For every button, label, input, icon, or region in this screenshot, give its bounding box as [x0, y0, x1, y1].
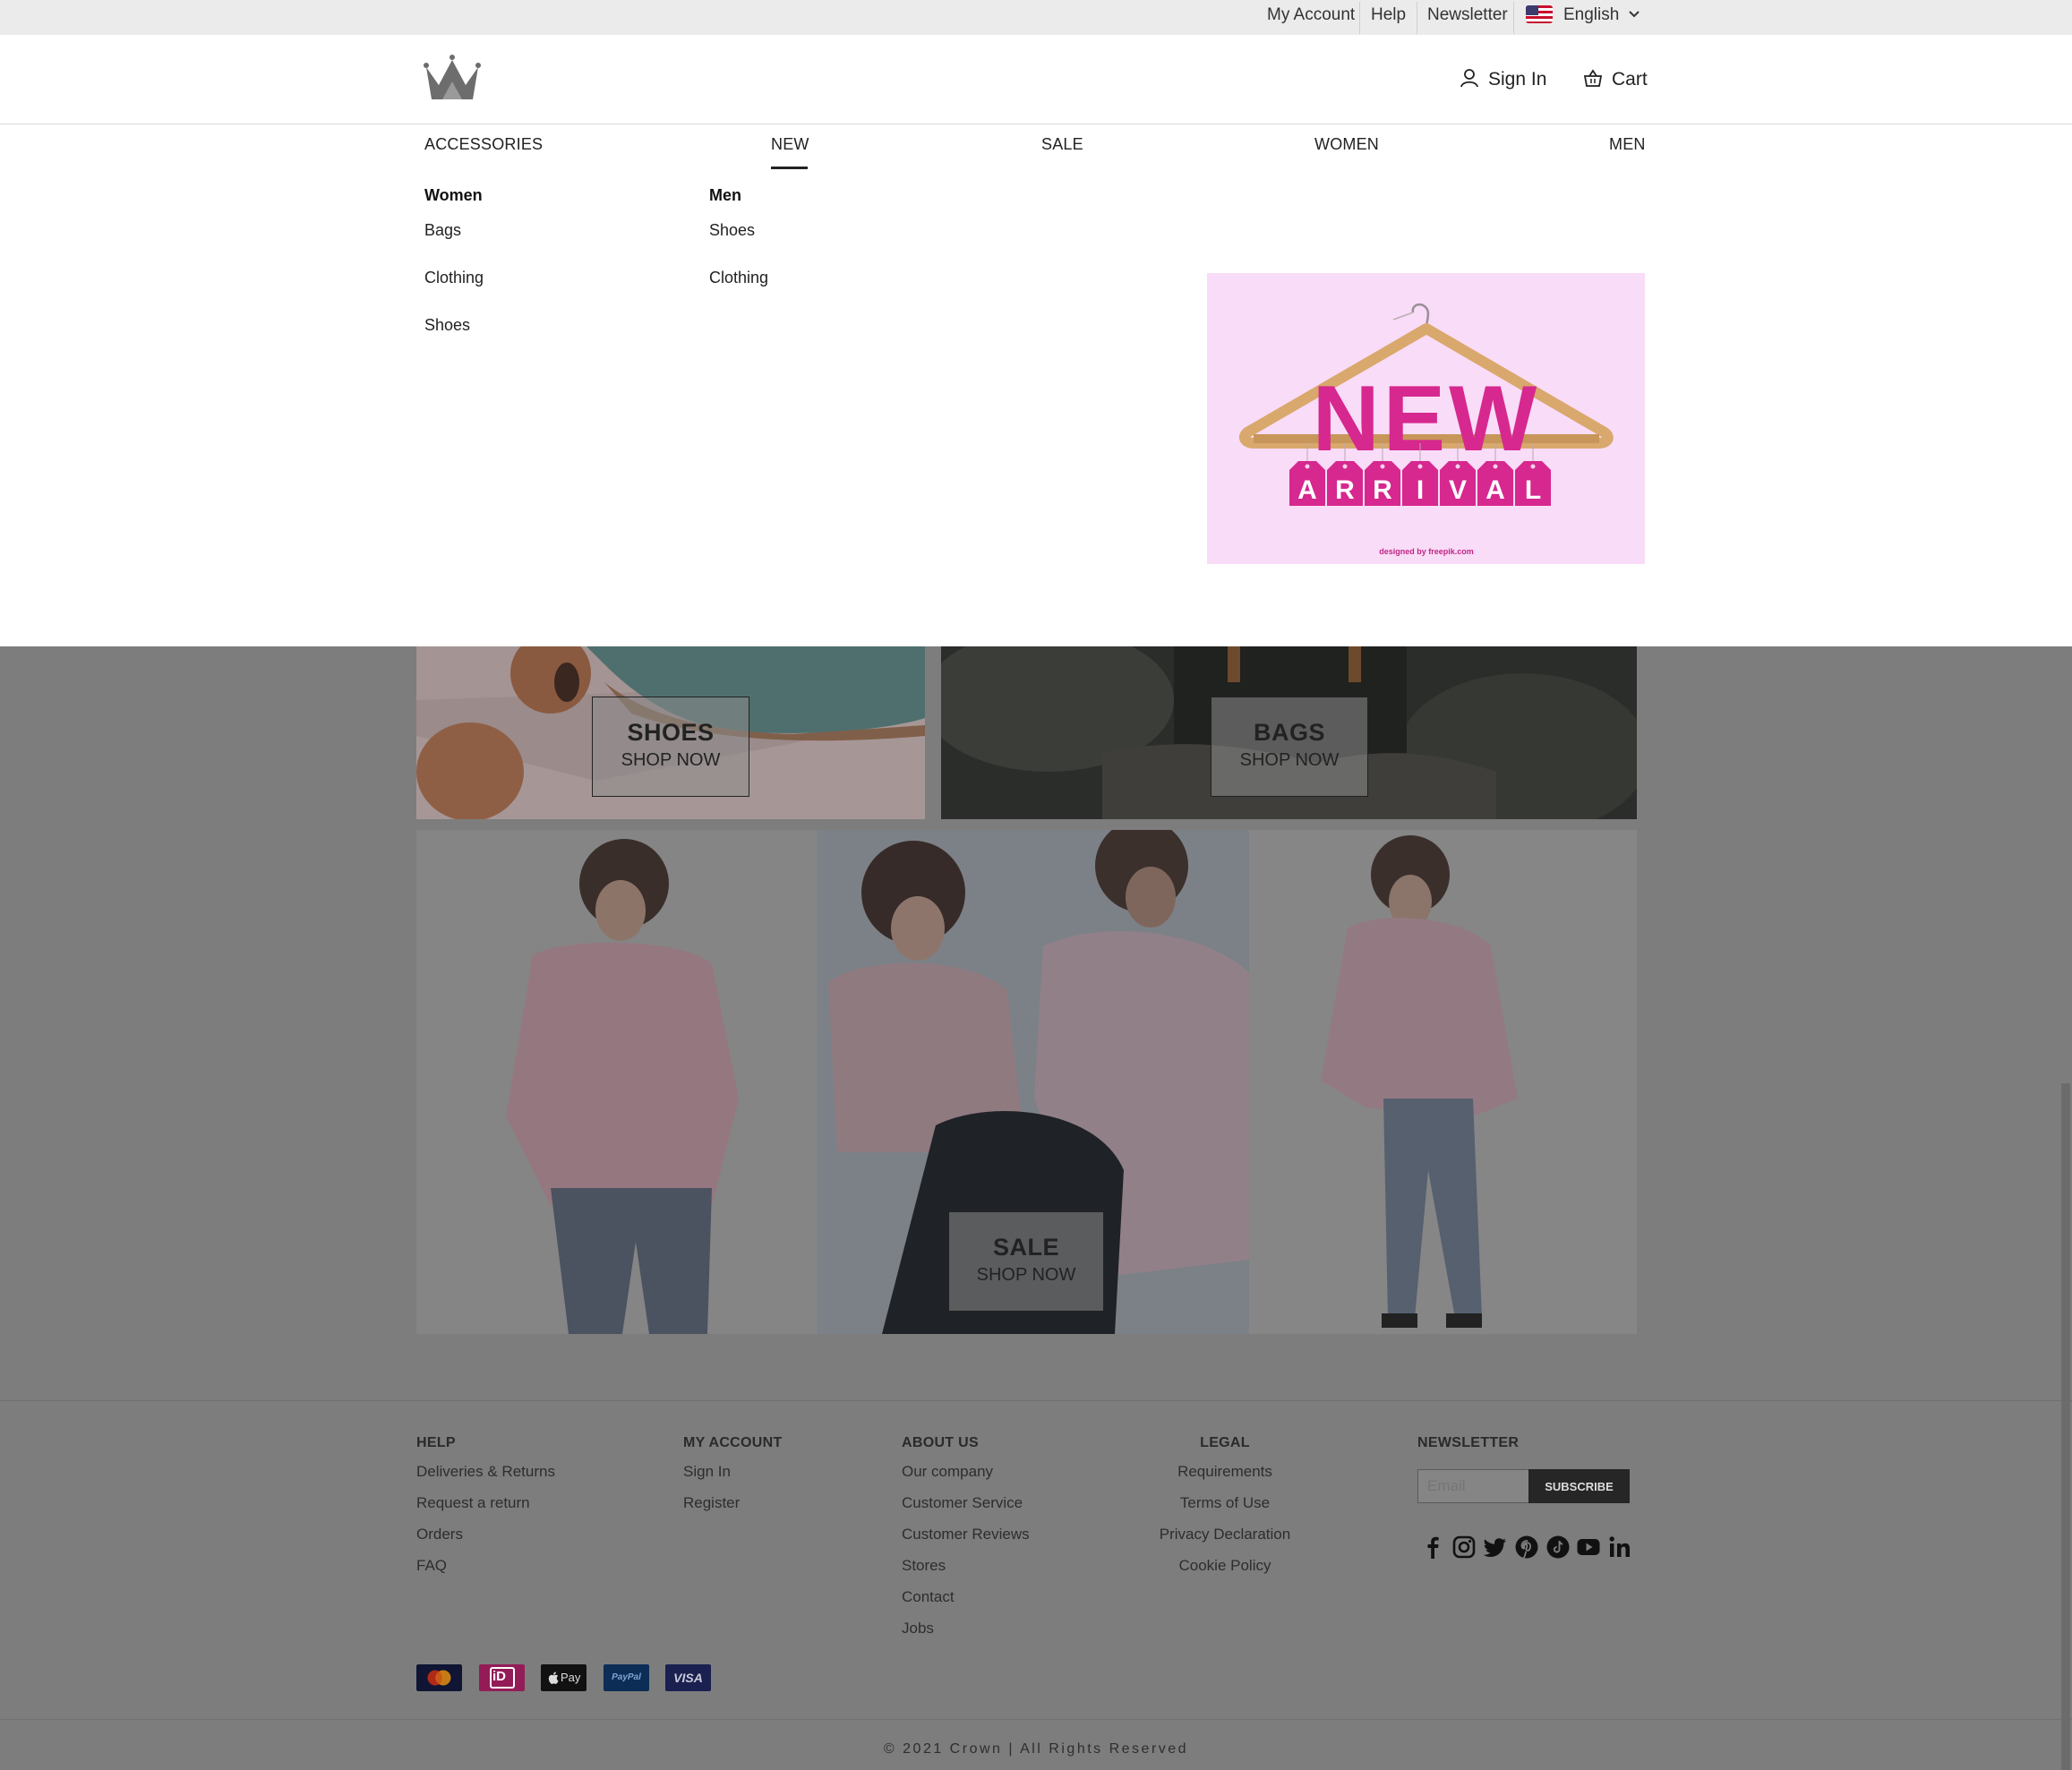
sign-in-link[interactable]: Sign In [1460, 35, 1546, 124]
footer-link-terms[interactable]: Terms of Use [1117, 1494, 1332, 1512]
page-scrollbar-thumb[interactable] [2061, 1083, 2070, 1770]
promo-tag-letter: A [1486, 475, 1505, 505]
nav-women[interactable]: WOMEN [1314, 135, 1379, 154]
visa-label: VISA [673, 1671, 703, 1685]
facebook-icon[interactable] [1420, 1535, 1445, 1560]
footer-link-faq[interactable]: FAQ [416, 1557, 447, 1575]
divider [1359, 2, 1360, 34]
apple-icon [548, 1672, 559, 1684]
footer-link-cookie[interactable]: Cookie Policy [1117, 1557, 1332, 1575]
promo-big-text: NEW [1313, 367, 1541, 471]
site-header: Sign In Cart [0, 35, 2072, 124]
instagram-icon[interactable] [1451, 1535, 1477, 1560]
nav-sale[interactable]: SALE [1041, 135, 1083, 154]
bags-tile-title: BAGS [1253, 719, 1325, 746]
nav-new[interactable]: NEW [771, 135, 809, 154]
top-utility-bar: My Account Help Newsletter English [0, 0, 2072, 35]
footer-link-orders[interactable]: Orders [416, 1526, 463, 1543]
language-label: English [1563, 5, 1620, 24]
sale-banner-title: SALE [992, 1234, 1059, 1261]
footer-legal-title: LEGAL [1200, 1435, 1250, 1450]
footer-divider [0, 1719, 2072, 1720]
bags-shop-now-box[interactable]: BAGS SHOP NOW [1211, 697, 1368, 797]
mega-menu: ACCESSORIES NEW SALE WOMEN MEN Women Bag… [0, 124, 2072, 646]
cart-label: Cart [1612, 69, 1648, 90]
user-icon [1460, 69, 1478, 88]
basket-icon [1583, 69, 1603, 88]
youtube-icon[interactable] [1576, 1535, 1601, 1560]
shoes-tile-title: SHOES [627, 719, 715, 746]
promo-tag-letter: A [1297, 475, 1317, 505]
twitter-icon[interactable] [1483, 1535, 1508, 1560]
help-link[interactable]: Help [1371, 0, 1406, 35]
promo-credit: designed by freepik.com [1379, 547, 1474, 556]
language-selector[interactable]: English [1513, 0, 1648, 35]
sign-in-label: Sign In [1488, 69, 1547, 90]
promo-tag-letter: I [1417, 475, 1424, 505]
mastercard-icon [416, 1664, 462, 1691]
apple-pay-label: Pay [561, 1671, 581, 1684]
menu-link-men-clothing[interactable]: Clothing [709, 269, 768, 287]
tiktok-icon[interactable] [1545, 1535, 1571, 1560]
footer-account-title: MY ACCOUNT [683, 1435, 783, 1450]
sale-shop-now-box[interactable]: SALE SHOP NOW [948, 1211, 1104, 1312]
menu-column-title-women: Women [424, 186, 483, 204]
chevron-down-icon [1629, 11, 1640, 18]
site-footer [0, 1400, 2072, 1770]
footer-link-privacy[interactable]: Privacy Declaration [1117, 1526, 1332, 1543]
paypal-icon: PayPal [604, 1664, 649, 1691]
copyright-text: © 2021 Crown | All Rights Reserved [883, 1741, 1189, 1757]
linkedin-icon[interactable] [1607, 1535, 1632, 1560]
ideal-label: iD [492, 1669, 506, 1684]
cart-link[interactable]: Cart [1583, 35, 1648, 124]
footer-help-title: HELP [416, 1435, 456, 1450]
newsletter-link[interactable]: Newsletter [1427, 0, 1508, 35]
shoes-category-tile[interactable]: SHOES SHOP NOW [416, 646, 925, 819]
bags-category-tile[interactable]: BAGS SHOP NOW [941, 646, 1637, 819]
menu-link-women-clothing[interactable]: Clothing [424, 269, 484, 287]
footer-link-sign-in[interactable]: Sign In [683, 1463, 731, 1481]
footer-link-our-company[interactable]: Our company [902, 1463, 993, 1481]
menu-link-women-bags[interactable]: Bags [424, 221, 461, 240]
promo-tag-letter: R [1335, 475, 1355, 505]
new-arrival-illustration: NEW ARRIVAL designed by freepik.com [1207, 273, 1645, 564]
footer-link-requirements[interactable]: Requirements [1117, 1463, 1332, 1481]
subscribe-button[interactable]: SUBSCRIBE [1528, 1469, 1630, 1503]
footer-link-contact[interactable]: Contact [902, 1588, 955, 1606]
active-nav-indicator [771, 167, 808, 169]
crown-logo-icon[interactable] [423, 55, 482, 101]
footer-link-stores[interactable]: Stores [902, 1557, 946, 1575]
promo-tag-letter: R [1373, 475, 1392, 505]
footer-newsletter-title: NEWSLETTER [1417, 1435, 1520, 1450]
footer-about-title: ABOUT US [902, 1435, 979, 1450]
footer-link-register[interactable]: Register [683, 1494, 740, 1512]
menu-link-women-shoes[interactable]: Shoes [424, 316, 470, 335]
paypal-label: PayPal [612, 1672, 641, 1682]
ideal-icon: iD [479, 1664, 525, 1691]
promo-tag-letter: L [1525, 475, 1541, 505]
menu-column-title-men: Men [709, 186, 741, 204]
apple-pay-icon: Pay [541, 1664, 586, 1691]
shoes-shop-now-label: SHOP NOW [621, 750, 721, 770]
shoes-shop-now-box[interactable]: SHOES SHOP NOW [592, 697, 749, 797]
footer-link-jobs[interactable]: Jobs [902, 1620, 934, 1637]
menu-link-men-shoes[interactable]: Shoes [709, 221, 755, 240]
sale-banner[interactable]: SALE SHOP NOW [416, 830, 1637, 1334]
sale-shop-now-label: SHOP NOW [976, 1265, 1076, 1285]
footer-link-customer-reviews[interactable]: Customer Reviews [902, 1526, 1030, 1543]
newsletter-email-input[interactable] [1417, 1469, 1529, 1503]
visa-icon: VISA [665, 1664, 711, 1691]
nav-accessories[interactable]: ACCESSORIES [424, 135, 543, 154]
footer-link-customer-service[interactable]: Customer Service [902, 1494, 1023, 1512]
my-account-link[interactable]: My Account [1267, 0, 1355, 35]
bags-shop-now-label: SHOP NOW [1239, 750, 1340, 770]
promo-tag-letter: V [1449, 475, 1467, 505]
footer-link-deliveries[interactable]: Deliveries & Returns [416, 1463, 555, 1481]
footer-link-request-return[interactable]: Request a return [416, 1494, 530, 1512]
new-arrival-promo-banner[interactable]: NEW ARRIVAL designed by freepik.com [1207, 273, 1645, 564]
us-flag-icon [1526, 5, 1553, 23]
pinterest-icon[interactable] [1514, 1535, 1539, 1560]
nav-men[interactable]: MEN [1609, 135, 1646, 154]
